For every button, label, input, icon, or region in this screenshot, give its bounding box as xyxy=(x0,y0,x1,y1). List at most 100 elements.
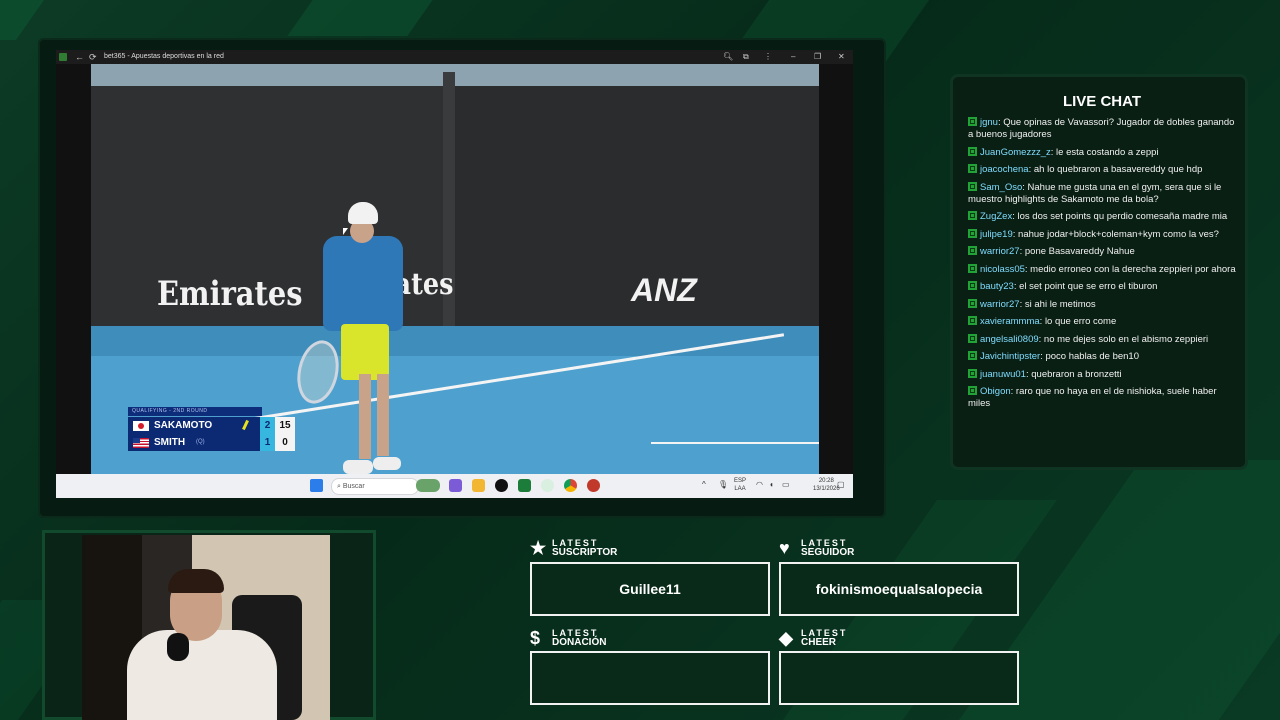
windows-taskbar: ⌕ Buscar ^ 🎙︎ ESP LAA ◠ ◖ ▭ 20:28 13/1/2… xyxy=(56,474,853,498)
chat-message: warrior27: pone Basavareddy Nahue xyxy=(968,246,1238,258)
latest-donacion-box xyxy=(530,651,770,705)
chat-username[interactable]: ZugZex xyxy=(980,211,1012,222)
live-video[interactable]: Emirates Emirates ANZ QUALIFYING - 2ND R… xyxy=(91,64,819,474)
chat-message: angelsali0809: no me dejes solo en el ab… xyxy=(968,333,1238,346)
player-shoe xyxy=(373,457,401,470)
chat-username[interactable]: warrior27 xyxy=(980,299,1020,310)
chat-username[interactable]: bauty23 xyxy=(980,281,1014,292)
subscriber-badge-icon xyxy=(968,386,977,395)
bet365-favicon-icon xyxy=(59,53,67,61)
chat-username[interactable]: Sam_Oso xyxy=(980,182,1022,193)
clock-time: 20:28 xyxy=(818,478,834,484)
bg-stripe xyxy=(287,0,433,36)
chat-message: ZugZex: los dos set points qu perdio com… xyxy=(968,211,1238,223)
browser-window: ← ⟳ bet365 - Apuestas deportivas en la r… xyxy=(56,50,853,498)
dollar-icon: $ xyxy=(530,628,541,648)
subscriber-badge-icon xyxy=(968,246,977,255)
player-qualifier: (Q) xyxy=(196,439,205,445)
player-points: 0 xyxy=(275,434,295,451)
player-name: SMITH xyxy=(154,437,186,448)
restore-button[interactable]: ❐ xyxy=(814,50,821,64)
chat-username[interactable]: nicolass05 xyxy=(980,264,1025,275)
zoom-icon[interactable]: 🔍︎ xyxy=(723,50,733,64)
close-button[interactable]: ✕ xyxy=(838,50,845,64)
chat-message: warrior27: si ahi le metimos xyxy=(968,298,1238,311)
latest-suscriptor-box: Guillee11 xyxy=(530,562,770,616)
wifi-icon[interactable]: ◠ xyxy=(756,481,763,489)
chat-text: pone Basavareddy Nahue xyxy=(1024,246,1135,257)
app-icon[interactable] xyxy=(587,479,600,492)
menu-icon[interactable]: ⋮ xyxy=(764,50,772,64)
subscriber-badge-icon xyxy=(968,368,977,378)
stands xyxy=(91,64,819,86)
back-icon[interactable]: ← xyxy=(75,50,84,64)
bet365-app-icon[interactable] xyxy=(518,479,531,492)
latest-seguidor-box: fokinismoequalsalopecia xyxy=(779,562,1019,616)
clock[interactable]: 20:28 13/1/2026 xyxy=(813,477,840,493)
minimize-button[interactable]: – xyxy=(791,50,795,64)
search-icon: ⌕ xyxy=(337,483,341,490)
install-icon[interactable]: ⧉ xyxy=(743,50,749,64)
taskbar-search[interactable]: ⌕ Buscar xyxy=(331,478,419,495)
chat-text: nahue jodar+block+coleman+kym como la ve… xyxy=(1018,228,1219,240)
chat-messages: jgnu: Que opinas de Vavassori? Jugador d… xyxy=(968,117,1238,416)
scoreboard: QUALIFYING - 2ND ROUND SAKAMOTO 2 15 SMI… xyxy=(128,407,298,453)
chat-username[interactable]: warrior27 xyxy=(980,246,1020,257)
subscriber-badge-icon xyxy=(968,228,977,238)
chat-message: bauty23: el set point que se erro el tib… xyxy=(968,281,1238,293)
copilot-icon[interactable] xyxy=(449,479,462,492)
chat-text: le esta costando a zeppi xyxy=(1056,146,1159,158)
chat-username[interactable]: xavierammma xyxy=(980,316,1040,327)
windows-start-icon[interactable] xyxy=(310,479,323,492)
court-line xyxy=(651,442,819,444)
scoreboard-row: SMITH (Q) xyxy=(128,434,260,451)
chevron-up-icon[interactable]: ^ xyxy=(702,481,706,489)
chat-text: poco hablas de ben10 xyxy=(1045,351,1139,362)
chat-username[interactable]: jgnu xyxy=(980,117,998,128)
chat-username[interactable]: angelsali0809 xyxy=(980,334,1039,345)
subscriber-badge-icon xyxy=(968,281,977,290)
japan-flag-icon xyxy=(133,421,149,431)
chat-username[interactable]: julipe19 xyxy=(980,229,1013,240)
player-points: 15 xyxy=(275,417,295,434)
file-explorer-icon[interactable] xyxy=(472,479,485,492)
whatsapp-icon[interactable] xyxy=(541,479,554,492)
notification-icon[interactable]: ▢ xyxy=(837,481,845,489)
reload-icon[interactable]: ⟳ xyxy=(89,50,97,64)
chat-message: Sam_Oso: Nahue me gusta una en el gym, s… xyxy=(968,181,1238,206)
player-sets: 2 xyxy=(260,417,275,434)
chat-text: si ahi le metimos xyxy=(1024,298,1096,310)
language-indicator[interactable]: ESP LAA xyxy=(734,477,746,493)
chat-text: medio erroneo con la derecha zeppieri po… xyxy=(1030,263,1236,275)
chat-username[interactable]: JuanGomezzz_z xyxy=(980,147,1051,158)
subscriber-badge-icon xyxy=(968,263,977,273)
microphone-icon[interactable]: 🎙︎ xyxy=(718,481,728,489)
player-leg xyxy=(377,374,389,456)
court-shadow xyxy=(91,326,819,356)
chat-message: Javichintipster: poco hablas de ben10 xyxy=(968,351,1238,363)
player-shoe xyxy=(343,460,373,474)
webcam-feed xyxy=(82,535,330,720)
battery-icon[interactable]: ▭ xyxy=(782,481,790,489)
volume-icon[interactable]: ◖ xyxy=(769,481,774,489)
chat-username[interactable]: Obigon xyxy=(980,386,1011,397)
chat-username[interactable]: joacochena xyxy=(980,164,1029,175)
chat-text: no me dejes solo en el abismo zeppieri xyxy=(1043,333,1209,345)
subscriber-badge-icon xyxy=(968,351,977,360)
latest-label-big: SEGUIDOR xyxy=(801,547,855,558)
chat-message: julipe19: nahue jodar+block+coleman+kym … xyxy=(968,228,1238,241)
player-shorts xyxy=(341,324,389,380)
player-leg xyxy=(359,374,371,459)
widget-icon[interactable] xyxy=(416,479,440,492)
clock-date: 13/1/2026 xyxy=(813,486,840,492)
sponsor-logo: ANZ xyxy=(631,272,697,308)
chat-username[interactable]: Javichintipster xyxy=(980,351,1040,362)
subscriber-badge-icon xyxy=(968,146,977,156)
subscriber-badge-icon xyxy=(968,316,977,325)
bg-stripe xyxy=(0,0,45,40)
tiktok-icon[interactable] xyxy=(495,479,508,492)
search-placeholder: Buscar xyxy=(342,483,365,490)
chrome-icon[interactable] xyxy=(564,479,577,492)
subscriber-badge-icon xyxy=(968,211,977,220)
chat-username[interactable]: juanuwu01 xyxy=(980,369,1026,380)
